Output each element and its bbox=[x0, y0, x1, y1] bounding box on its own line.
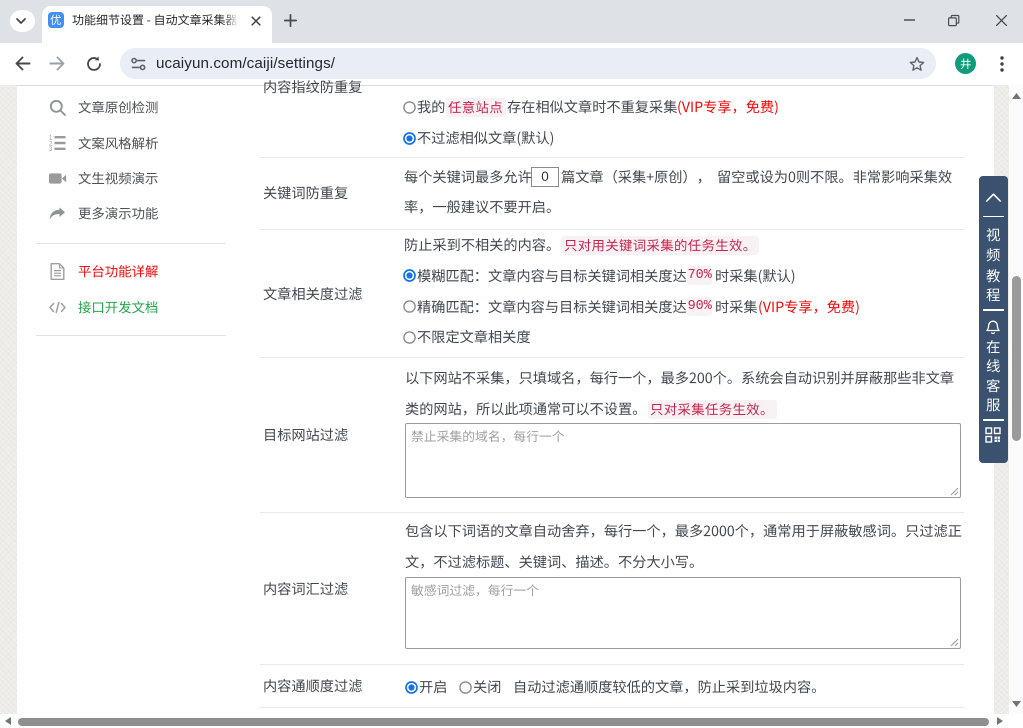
svg-text:3: 3 bbox=[49, 147, 53, 153]
